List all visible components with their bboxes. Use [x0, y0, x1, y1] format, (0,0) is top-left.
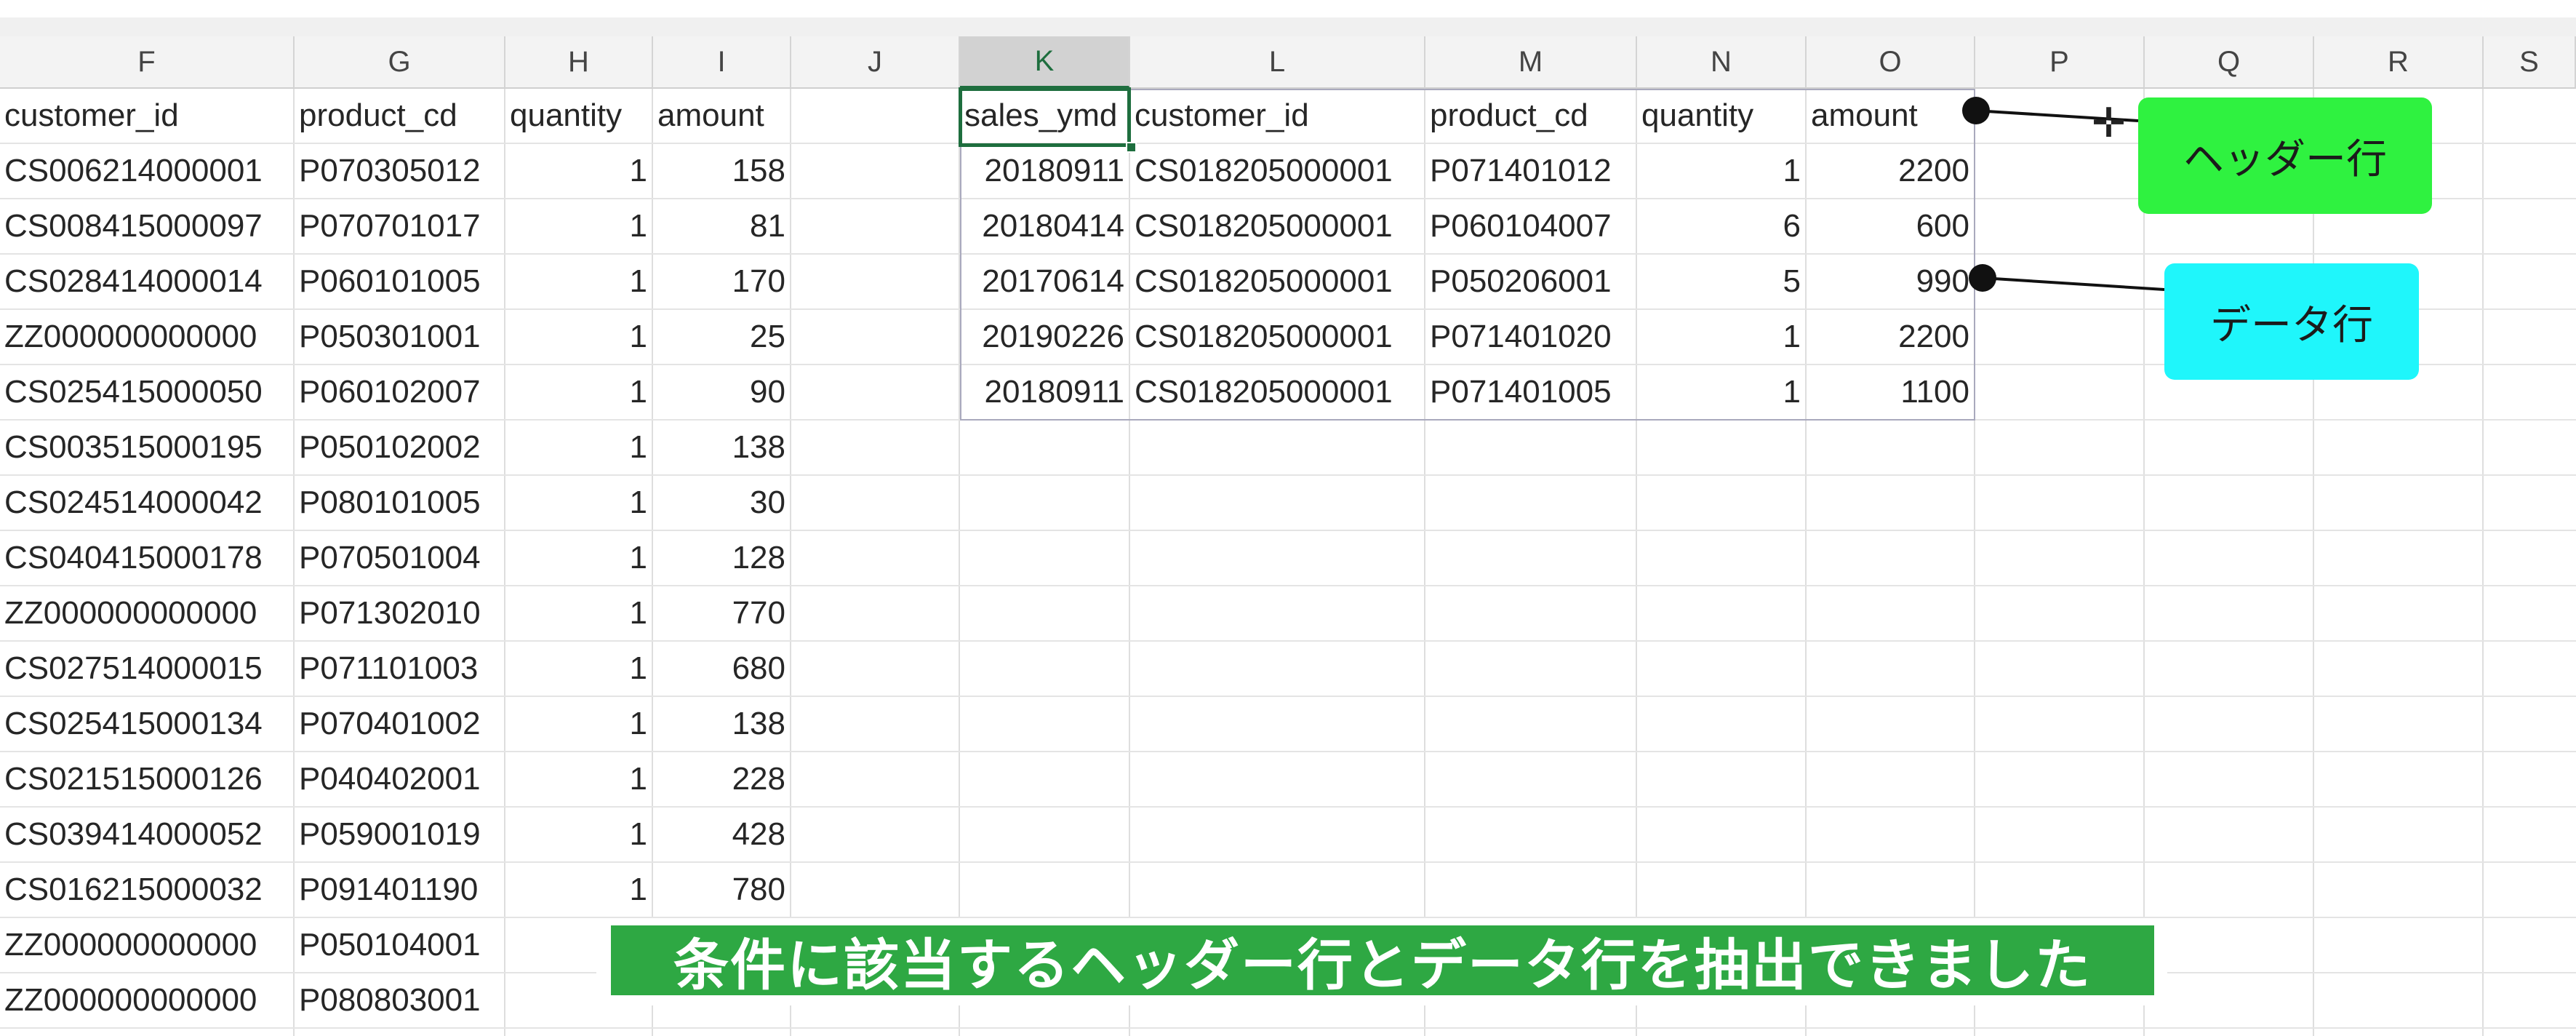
header-row-marker-dot	[1962, 97, 1990, 124]
data-row-marker-dot	[1969, 264, 1996, 292]
cell-select-cursor-icon: ✛	[2092, 100, 2126, 147]
caption-subtitle: 条件に該当するヘッダー行とデータ行を抽出できました	[611, 925, 2154, 997]
header-row-callout: ヘッダー行	[2138, 97, 2432, 214]
data-callout-line	[1982, 276, 2165, 291]
data-row-callout: データ行	[2164, 263, 2419, 380]
